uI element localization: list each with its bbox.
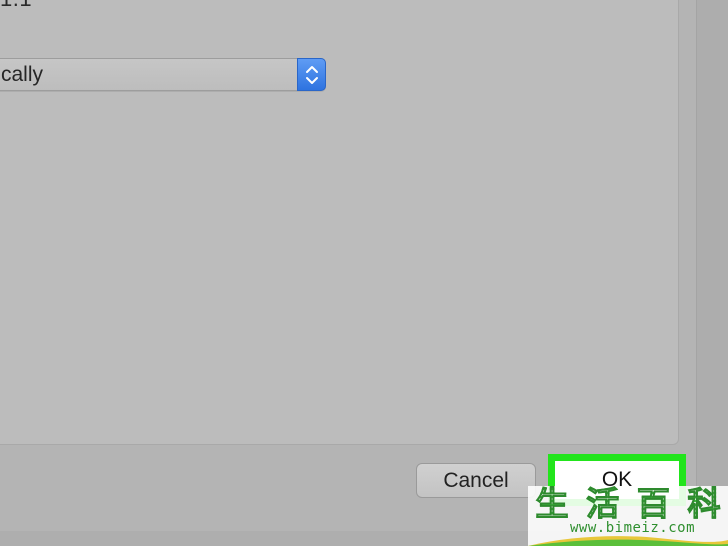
watermark-char: 生 <box>530 485 574 522</box>
watermark-char: 活 <box>581 485 625 522</box>
popup-stepper-icon[interactable] <box>297 58 326 91</box>
watermark-logo: 生 活 百 科 www.bimeiz.com <box>528 485 728 546</box>
window-side-divider <box>696 0 697 546</box>
watermark-char: 百 <box>631 485 675 522</box>
chevron-up-down-icon <box>306 66 318 84</box>
cancel-button[interactable]: Cancel <box>416 463 536 498</box>
watermark-swoosh-icon <box>528 536 728 546</box>
update-frequency-popup[interactable]: cally <box>0 58 326 91</box>
popup-selected-value: cally <box>1 63 44 86</box>
watermark-chars: 生 活 百 科 <box>530 485 726 522</box>
watermark-char: 科 <box>682 485 726 522</box>
dialog-window: 1.1 cally Cancel OK 生 活 百 科 www.bimeiz.c… <box>0 0 728 546</box>
version-label: 1.1 <box>0 0 32 12</box>
window-side-strip <box>696 0 728 546</box>
